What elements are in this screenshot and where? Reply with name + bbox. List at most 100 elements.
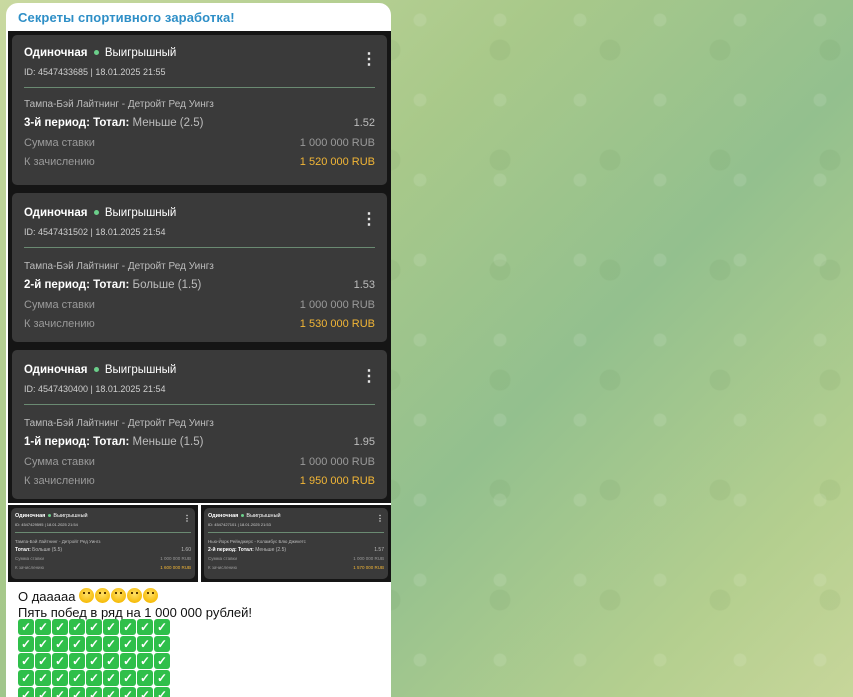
message-text: О дааааа Пять побед в ряд на 1 000 000 р… [18,588,381,621]
divider [24,404,375,405]
bet-status: Выигрышный [246,513,281,519]
check-mark-icon: ✓ [86,619,102,635]
check-mark-icon: ✓ [18,636,34,652]
check-mark-icon: ✓ [137,687,153,697]
bet-card: Одиночная Выигрышный ID: 4547431502 | 18… [12,193,387,342]
stake-label: Сумма ставки [24,456,95,468]
payout-amount: 1 520 000 RUB [299,156,375,168]
check-mark-icon: ✓ [52,653,68,669]
check-mark-icon: ✓ [86,687,102,697]
check-mark-icon: ✓ [52,687,68,697]
more-vertical-icon[interactable]: ⋮ [376,514,384,523]
stake-label: Сумма ставки [24,299,95,311]
check-mark-icon: ✓ [35,619,51,635]
bet-screenshot-1[interactable]: Одиночная Выигрышный ID: 4547433685 | 18… [8,31,391,189]
odds: 1.53 [353,279,375,291]
more-vertical-icon[interactable]: ⋮ [361,209,377,229]
market-label: 2-й период: Тотал: Больше (1.5) [24,279,202,291]
match-name: Тампа-Бэй Лайтнинг - Детройт Ред Уингз [24,261,214,272]
bet-screenshot-5[interactable]: Одиночная Выигрышный ID: 4547427101 | 18… [201,505,391,582]
check-mark-icon: ✓ [137,653,153,669]
bet-screenshot-2[interactable]: Одиночная Выигрышный ID: 4547431502 | 18… [8,189,391,346]
check-mark-icon: ✓ [18,619,34,635]
check-mark-icon: ✓ [69,636,85,652]
divider [24,87,375,88]
payout-amount: 1 950 000 RUB [299,475,375,487]
market-value: Больше (5.5) [32,547,63,553]
channel-name[interactable]: Секреты спортивного заработка! [18,10,235,25]
check-mark-icon: ✓ [103,619,119,635]
bet-screenshot-4[interactable]: Одиночная Выигрышный ID: 4547429595 | 18… [8,505,198,582]
payout-label: К зачислению [15,565,44,570]
bet-type: Одиночная Выигрышный [24,47,177,59]
bet-type: Одиночная Выигрышный [208,513,281,519]
payout-label: К зачислению [24,475,95,487]
check-mark-icon: ✓ [154,636,170,652]
match-name: Тампа-Бэй Лайтнинг - Детройт Ред Уингз [24,418,214,429]
check-mark-grid: ✓ ✓ ✓ ✓ ✓ ✓ ✓ ✓ ✓ ✓ ✓ ✓ ✓ ✓ ✓ ✓ ✓ ✓ ✓ ✓ ✓ ✓ ✓ ✓ ✓ ✓ ✓ ✓ ✓ ✓ ✓ ✓ ✓ ✓ ✓ ✓ … [18,619,171,697]
market-label: 2-й период: Тотал: Меньше (2.5) [208,547,287,553]
check-mark-icon: ✓ [69,653,85,669]
stake-amount: 1 000 000 RUB [299,456,375,468]
market-value: Больше (1.5) [132,279,202,291]
stake-amount: 1 000 000 RUB [160,556,191,561]
payout-label: К зачислению [24,318,95,330]
status-dot-icon [93,210,99,216]
match-name: Тампа-Бэй Лайтнинг - Детройт Ред Уингз [24,99,214,110]
divider [208,532,384,533]
check-mark-icon: ✓ [120,653,136,669]
message-line-1-text: О дааааа [18,589,76,604]
hugging-face-emoji-icon [127,588,143,603]
more-vertical-icon[interactable]: ⋮ [361,49,377,69]
check-mark-icon: ✓ [154,619,170,635]
bet-card: Одиночная Выигрышный ID: 4547427101 | 18… [204,508,388,579]
check-mark-icon: ✓ [120,619,136,635]
check-mark-icon: ✓ [52,619,68,635]
payout-amount: 1 570 000 RUB [353,565,384,570]
stake-amount: 1 000 000 RUB [353,556,384,561]
divider [24,247,375,248]
check-mark-icon: ✓ [103,687,119,697]
odds: 1.57 [374,547,384,553]
odds: 1.52 [353,117,375,129]
hugging-face-emoji-icon [79,588,95,603]
message-bubble[interactable]: Секреты спортивного заработка! Одиночная… [6,3,391,697]
check-mark-icon: ✓ [52,670,68,686]
bet-status: Выигрышный [104,364,177,376]
check-mark-icon: ✓ [69,687,85,697]
bet-type: Одиночная Выигрышный [24,207,177,219]
check-mark-icon: ✓ [18,687,34,697]
status-dot-icon [47,514,51,518]
bet-id-date: ID: 4547427101 | 18.01.2025 21:53 [208,522,271,527]
bet-id-date: ID: 4547429595 | 18.01.2025 21:54 [15,522,78,527]
payout-label: К зачислению [24,156,95,168]
divider [15,532,191,533]
check-mark-icon: ✓ [69,670,85,686]
stake-label: Сумма ставки [208,556,238,561]
bet-status: Выигрышный [104,47,177,59]
hugging-face-emoji-icon [111,588,127,603]
check-mark-icon: ✓ [86,653,102,669]
check-mark-icon: ✓ [120,636,136,652]
bet-id-date: ID: 4547433685 | 18.01.2025 21:55 [24,67,166,77]
check-mark-icon: ✓ [35,687,51,697]
check-mark-icon: ✓ [35,670,51,686]
hugging-face-emoji-icon [95,588,111,603]
bet-status: Выигрышный [104,207,177,219]
check-mark-icon: ✓ [35,653,51,669]
check-mark-icon: ✓ [52,636,68,652]
bet-screenshot-3[interactable]: Одиночная Выигрышный ID: 4547430400 | 18… [8,346,391,503]
market-label: 1-й период: Тотал: Меньше (1.5) [24,436,204,448]
bet-id-date: ID: 4547431502 | 18.01.2025 21:54 [24,227,166,237]
check-mark-icon: ✓ [18,653,34,669]
odds: 1.95 [353,436,375,448]
match-name: Тампа-Бэй Лайтнинг - Детройт Ред Уингз [15,539,101,544]
check-mark-icon: ✓ [137,636,153,652]
payout-label: К зачислению [208,565,237,570]
more-vertical-icon[interactable]: ⋮ [183,514,191,523]
payout-amount: 1 530 000 RUB [299,318,375,330]
check-mark-icon: ✓ [86,636,102,652]
check-mark-icon: ✓ [154,670,170,686]
more-vertical-icon[interactable]: ⋮ [361,366,377,386]
market-value: Меньше (1.5) [132,436,204,448]
